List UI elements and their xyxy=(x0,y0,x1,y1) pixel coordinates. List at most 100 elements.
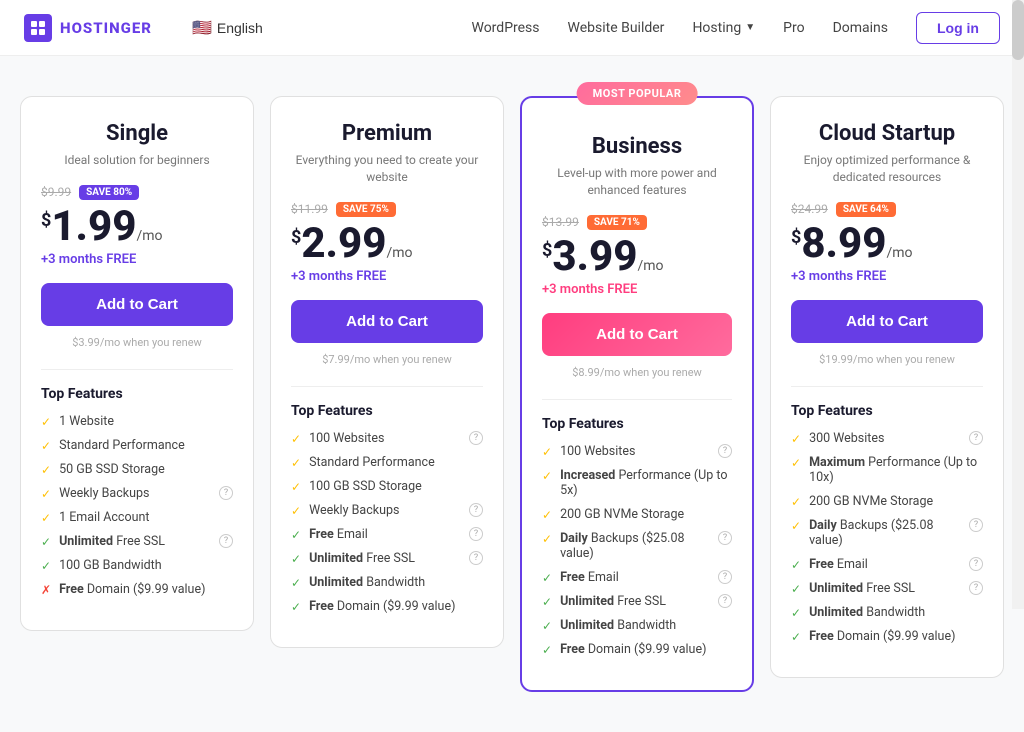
nav-domains[interactable]: Domains xyxy=(833,20,888,36)
add-to-cart-button[interactable]: Add to Cart xyxy=(542,313,732,356)
feature-text: 300 Websites xyxy=(809,431,961,446)
nav-pro[interactable]: Pro xyxy=(783,20,804,36)
add-to-cart-button[interactable]: Add to Cart xyxy=(291,300,483,343)
nav-wordpress[interactable]: WordPress xyxy=(471,20,539,36)
check-icon: ✓ xyxy=(542,508,552,522)
save-badge: SAVE 75% xyxy=(336,202,396,217)
brand-icon xyxy=(24,14,52,42)
price-period: /mo xyxy=(136,228,162,244)
feature-item: ✓ Daily Backups ($25.08 value) ? xyxy=(542,531,732,561)
plan-desc: Ideal solution for beginners xyxy=(41,152,233,169)
brand-name: HOSTINGER xyxy=(60,19,152,37)
add-to-cart-button[interactable]: Add to Cart xyxy=(791,300,983,343)
scrollbar-track xyxy=(1012,0,1024,609)
nav-hosting[interactable]: Hosting ▼ xyxy=(692,20,755,36)
main-content: Single Ideal solution for beginners $9.9… xyxy=(0,56,1024,732)
brand-logo[interactable]: HOSTINGER xyxy=(24,14,152,42)
check-icon: ✓ xyxy=(291,480,301,494)
info-icon[interactable]: ? xyxy=(469,503,483,517)
feature-item: ✓ Free Email ? xyxy=(542,570,732,585)
feature-item: ✓ 1 Website xyxy=(41,414,233,429)
check-icon: ✓ xyxy=(542,445,552,459)
price-main: $ 2.99 /mo xyxy=(291,223,483,265)
plan-card-business: MOST POPULAR Business Level-up with more… xyxy=(520,96,754,692)
feature-text: Weekly Backups xyxy=(59,486,211,501)
language-selector[interactable]: 🇺🇸 English xyxy=(192,18,263,38)
check-icon: ✓ xyxy=(542,571,552,585)
free-months: +3 months FREE xyxy=(291,269,483,284)
feature-text: Unlimited Free SSL xyxy=(309,551,461,566)
divider xyxy=(41,369,233,370)
feature-text: 1 Website xyxy=(59,414,233,429)
plan-card-single: Single Ideal solution for beginners $9.9… xyxy=(20,96,254,631)
feature-text: 200 GB NVMe Storage xyxy=(809,494,983,509)
original-price: $24.99 xyxy=(791,202,828,216)
save-badge: SAVE 64% xyxy=(836,202,896,217)
save-badge: SAVE 71% xyxy=(587,215,647,230)
info-icon[interactable]: ? xyxy=(969,581,983,595)
plan-desc: Level-up with more power and enhanced fe… xyxy=(542,165,732,199)
price-main: $ 8.99 /mo xyxy=(791,223,983,265)
price-dollar: $ xyxy=(291,223,301,248)
info-icon[interactable]: ? xyxy=(219,534,233,548)
divider xyxy=(542,399,732,400)
info-icon[interactable]: ? xyxy=(718,570,732,584)
feature-item: ✓ Free Domain ($9.99 value) xyxy=(542,642,732,657)
info-icon[interactable]: ? xyxy=(718,594,732,608)
check-icon: ✓ xyxy=(791,432,801,446)
add-to-cart-button[interactable]: Add to Cart xyxy=(41,283,233,326)
check-icon: ✓ xyxy=(542,532,552,546)
check-icon: ✓ xyxy=(41,415,51,429)
features-title: Top Features xyxy=(542,416,732,432)
info-icon[interactable]: ? xyxy=(969,518,983,532)
flag-icon: 🇺🇸 xyxy=(192,18,212,38)
info-icon[interactable]: ? xyxy=(718,531,732,545)
nav-website-builder[interactable]: Website Builder xyxy=(568,20,665,36)
check-icon: ✓ xyxy=(41,439,51,453)
plan-card-cloud-startup: Cloud Startup Enjoy optimized performanc… xyxy=(770,96,1004,678)
feature-text: 100 GB Bandwidth xyxy=(59,558,233,573)
price-row: $13.99 SAVE 71% xyxy=(542,215,732,230)
feature-item: ✓ 300 Websites ? xyxy=(791,431,983,446)
feature-item: ✓ Weekly Backups ? xyxy=(41,486,233,501)
navbar: HOSTINGER 🇺🇸 English WordPress Website B… xyxy=(0,0,1024,56)
info-icon[interactable]: ? xyxy=(469,431,483,445)
feature-item: ✓ 1 Email Account xyxy=(41,510,233,525)
login-button[interactable]: Log in xyxy=(916,12,1000,44)
check-icon: ✓ xyxy=(542,619,552,633)
renew-price: $7.99/mo when you renew xyxy=(291,353,483,366)
feature-item: ✓ 100 GB Bandwidth xyxy=(41,558,233,573)
check-icon: ✓ xyxy=(542,469,552,483)
info-icon[interactable]: ? xyxy=(969,557,983,571)
feature-text: Unlimited Bandwidth xyxy=(309,575,483,590)
price-amount: 8.99 xyxy=(801,223,886,265)
price-period: /mo xyxy=(386,245,412,261)
free-months: +3 months FREE xyxy=(41,252,233,267)
check-icon: ✓ xyxy=(791,456,801,470)
plan-title: Business xyxy=(542,134,732,159)
info-icon[interactable]: ? xyxy=(718,444,732,458)
check-icon: ✓ xyxy=(291,552,301,566)
scrollbar-thumb[interactable] xyxy=(1012,0,1024,60)
nav-links: WordPress Website Builder Hosting ▼ Pro … xyxy=(471,12,1000,44)
popular-badge: MOST POPULAR xyxy=(577,82,698,105)
info-icon[interactable]: ? xyxy=(219,486,233,500)
feature-text: 1 Email Account xyxy=(59,510,233,525)
original-price: $13.99 xyxy=(542,215,579,229)
info-icon[interactable]: ? xyxy=(969,431,983,445)
feature-item: ✓ Weekly Backups ? xyxy=(291,503,483,518)
feature-item: ✓ Unlimited Free SSL ? xyxy=(791,581,983,596)
original-price: $9.99 xyxy=(41,185,71,199)
check-icon: ✓ xyxy=(291,432,301,446)
info-icon[interactable]: ? xyxy=(469,551,483,565)
feature-text: Unlimited Free SSL xyxy=(59,534,211,549)
free-months: +3 months FREE xyxy=(791,269,983,284)
feature-text: 100 Websites xyxy=(309,431,461,446)
price-row: $11.99 SAVE 75% xyxy=(291,202,483,217)
features-title: Top Features xyxy=(41,386,233,402)
feature-text: 100 Websites xyxy=(560,444,710,459)
feature-item: ✓ 50 GB SSD Storage xyxy=(41,462,233,477)
feature-item: ✓ Free Email ? xyxy=(791,557,983,572)
plan-title: Cloud Startup xyxy=(791,121,983,146)
info-icon[interactable]: ? xyxy=(469,527,483,541)
